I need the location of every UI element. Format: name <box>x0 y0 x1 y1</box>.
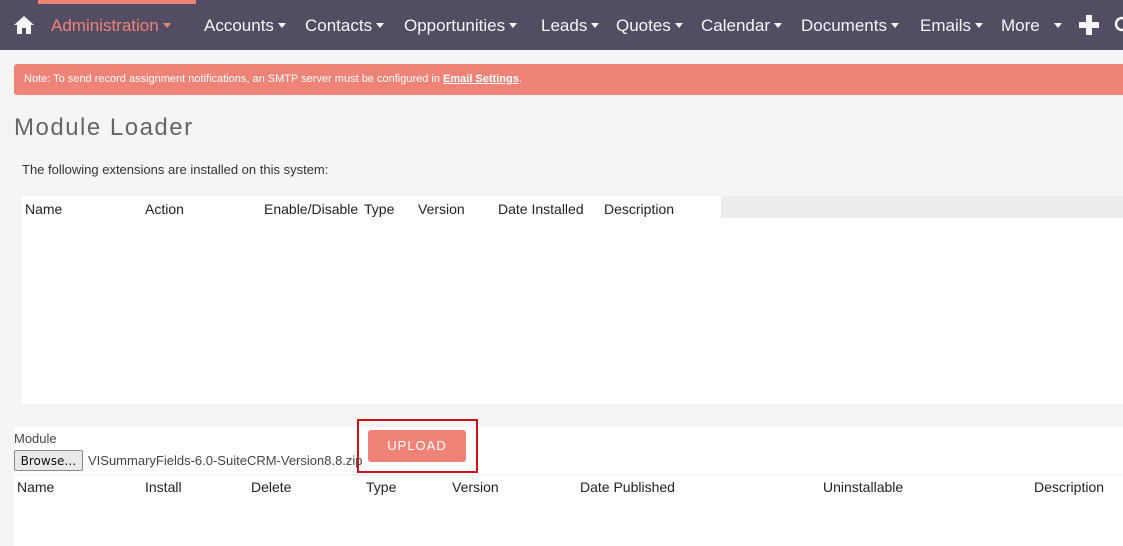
alert-suffix: . <box>518 73 522 85</box>
nav-opportunities[interactable]: Opportunities <box>404 0 518 50</box>
installed-extensions-table: Name Action Enable/Disable Type Version … <box>22 196 1123 404</box>
page-title: Module Loader <box>14 114 194 141</box>
nav-more[interactable]: More <box>1001 0 1062 50</box>
column-header-version: Version <box>452 479 499 495</box>
nav-label: Quotes <box>616 16 671 35</box>
nav-label: Calendar <box>701 16 770 35</box>
chevron-down-icon <box>162 23 171 29</box>
column-header-description: Description <box>604 201 675 217</box>
nav-label: More <box>1001 16 1040 35</box>
selected-file-name: VISummaryFields-6.0-SuiteCRM-Version8.8.… <box>88 453 363 468</box>
table-header-filler <box>721 196 1123 218</box>
chevron-down-icon <box>277 23 286 29</box>
column-header-install: Install <box>145 479 182 495</box>
email-settings-link[interactable]: Email Settings <box>443 73 519 85</box>
nav-label: Leads <box>541 16 588 35</box>
column-header-delete: Delete <box>251 479 292 495</box>
alert-text: Note: To send record assignment notifica… <box>24 73 444 85</box>
chevron-down-icon <box>890 23 899 29</box>
chevron-down-icon <box>975 23 984 29</box>
nav-emails[interactable]: Emails <box>920 0 984 50</box>
installed-extensions-intro: The following extensions are installed o… <box>22 162 329 177</box>
column-header-enable-disable: Enable/Disable <box>264 201 359 217</box>
top-navigation-bar: Administration Accounts Contacts Opportu… <box>0 0 1123 50</box>
nav-documents[interactable]: Documents <box>801 0 899 50</box>
column-header-name: Name <box>17 479 55 495</box>
home-icon[interactable] <box>13 14 35 36</box>
browse-button[interactable]: Browse… <box>14 450 83 471</box>
search-icon[interactable] <box>1113 15 1123 35</box>
nav-label: Contacts <box>305 16 373 35</box>
nav-calendar[interactable]: Calendar <box>701 0 782 50</box>
chevron-down-icon <box>1053 23 1062 29</box>
nav-label: Opportunities <box>404 16 506 35</box>
nav-label: Administration <box>51 16 159 35</box>
nav-accounts[interactable]: Accounts <box>204 0 286 50</box>
column-header-type: Type <box>366 479 397 495</box>
column-header-action: Action <box>145 201 184 217</box>
column-header-date-published: Date Published <box>580 479 675 495</box>
package-list-table: Name Install Delete Type Version Date Pu… <box>14 476 1123 546</box>
column-header-type: Type <box>364 201 395 217</box>
module-label: Module <box>14 431 57 446</box>
nav-administration[interactable]: Administration <box>51 0 171 50</box>
nav-leads[interactable]: Leads <box>541 0 600 50</box>
column-header-name: Name <box>25 201 63 217</box>
nav-label: Documents <box>801 16 887 35</box>
nav-contacts[interactable]: Contacts <box>305 0 385 50</box>
nav-label: Accounts <box>204 16 274 35</box>
column-header-description: Description <box>1034 479 1105 495</box>
chevron-down-icon <box>674 23 683 29</box>
chevron-down-icon <box>591 23 600 29</box>
smtp-warning-alert: Note: To send record assignment notifica… <box>14 64 1123 95</box>
chevron-down-icon <box>774 23 782 29</box>
upload-highlight-box <box>357 419 478 473</box>
column-header-uninstallable: Uninstallable <box>823 479 904 495</box>
chevron-down-icon <box>509 23 518 29</box>
chevron-down-icon <box>376 23 385 29</box>
plus-icon[interactable] <box>1077 13 1101 37</box>
nav-quotes[interactable]: Quotes <box>616 0 683 50</box>
nav-label: Emails <box>920 16 972 35</box>
column-header-version: Version <box>418 201 465 217</box>
column-header-date-installed: Date Installed <box>498 201 584 217</box>
